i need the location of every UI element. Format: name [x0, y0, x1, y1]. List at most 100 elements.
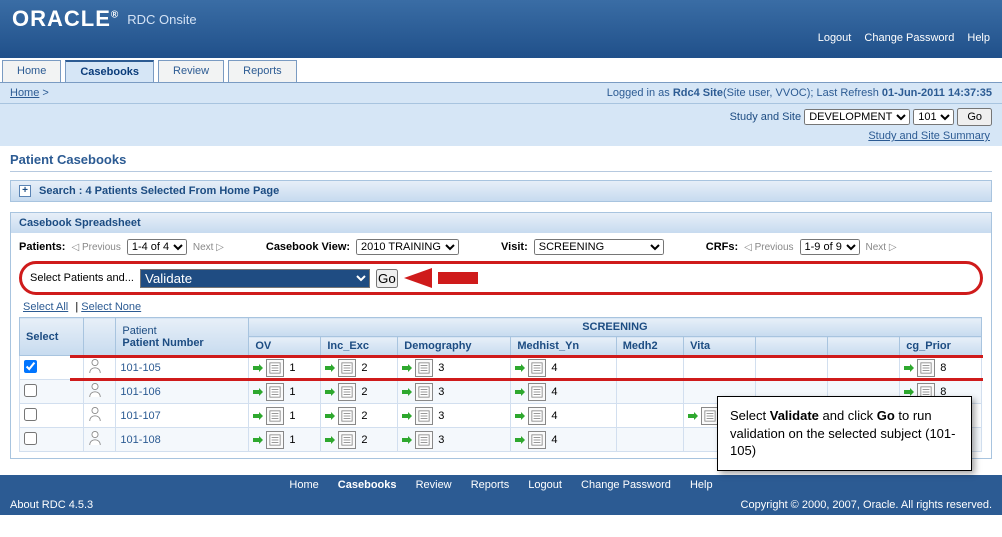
tab-reports[interactable]: Reports — [228, 60, 297, 82]
crf-cell[interactable]: 3 — [398, 428, 511, 452]
tab-home[interactable]: Home — [2, 60, 61, 82]
col-demography: Demography — [398, 337, 511, 356]
search-panel: + Search : 4 Patients Selected From Home… — [10, 180, 992, 202]
crf-cell[interactable]: 2 — [321, 380, 398, 404]
breadcrumb-bar: Home > Logged in as Rdc4 Site(Site user,… — [0, 83, 1002, 104]
about-text: About RDC 4.5.3 — [10, 499, 93, 511]
crf-cell[interactable]: 4 — [511, 356, 616, 380]
patient-icon — [88, 430, 102, 446]
crfs-previous[interactable]: ◁ Previous — [744, 242, 793, 253]
top-links: Logout Change Password Help — [808, 32, 990, 44]
site-select[interactable]: 101 — [913, 109, 954, 125]
crf-cell[interactable]: 4 — [511, 380, 616, 404]
crf-cell[interactable] — [616, 380, 683, 404]
breadcrumb-home[interactable]: Home — [10, 87, 39, 99]
col-medh2: Medh2 — [616, 337, 683, 356]
select-all-link[interactable]: Select All — [23, 301, 68, 313]
crf-cell[interactable]: 2 — [321, 356, 398, 380]
crf-cell[interactable]: 4 — [511, 428, 616, 452]
footer-nav: Home Casebooks Review Reports Logout Cha… — [0, 475, 1002, 495]
crf-cell[interactable]: 2 — [321, 404, 398, 428]
study-site-summary-link[interactable]: Study and Site Summary — [868, 130, 990, 142]
patient-icon — [88, 358, 102, 374]
main-tabs: Home Casebooks Review Reports — [0, 58, 1002, 83]
footer-review[interactable]: Review — [416, 479, 452, 491]
row-checkbox[interactable] — [24, 432, 37, 445]
footer-logout[interactable]: Logout — [528, 479, 562, 491]
crf-cell[interactable]: 8 — [900, 356, 981, 380]
content-area: Patient Casebooks + Search : 4 Patients … — [0, 146, 1002, 475]
col-cg-prior: cg_Prior — [900, 337, 981, 356]
col-7 — [756, 337, 828, 356]
action-row: Select Patients and... Validate Go — [19, 261, 983, 295]
footer-home[interactable]: Home — [289, 479, 318, 491]
app-header: ORACLE® RDC Onsite Logout Change Passwor… — [0, 0, 1002, 58]
crf-cell[interactable] — [616, 404, 683, 428]
expand-icon[interactable]: + — [19, 185, 31, 197]
crf-cell[interactable] — [756, 356, 828, 380]
crf-cell[interactable]: 2 — [321, 428, 398, 452]
crfs-next[interactable]: Next ▷ — [866, 242, 897, 253]
select-none-link[interactable]: Select None — [81, 301, 141, 313]
crf-cell[interactable] — [616, 428, 683, 452]
login-info: Logged in as Rdc4 Site(Site user, VVOC);… — [607, 87, 992, 99]
crf-cell[interactable]: 1 — [249, 428, 321, 452]
tab-review[interactable]: Review — [158, 60, 224, 82]
crf-cell[interactable]: 1 — [249, 380, 321, 404]
tab-casebooks[interactable]: Casebooks — [65, 60, 154, 82]
crf-cell[interactable] — [616, 356, 683, 380]
row-checkbox[interactable] — [24, 408, 37, 421]
table-row: 101-1051234 8 — [20, 356, 983, 380]
crf-cell[interactable]: 4 — [511, 404, 616, 428]
study-go-button[interactable]: Go — [957, 108, 992, 126]
logout-link[interactable]: Logout — [818, 32, 852, 44]
select-links: Select All | Select None — [23, 301, 983, 313]
crfs-label: CRFs: — [706, 241, 738, 253]
row-checkbox[interactable] — [24, 384, 37, 397]
patient-icon — [88, 406, 102, 422]
footer-casebooks[interactable]: Casebooks — [338, 479, 397, 491]
study-select[interactable]: DEVELOPMENT — [804, 109, 910, 125]
patient-icon — [88, 382, 102, 398]
select-patients-label: Select Patients and... — [30, 272, 134, 284]
crf-cell[interactable] — [684, 356, 756, 380]
patients-range-select[interactable]: 1-4 of 4 — [127, 239, 187, 255]
col-ov: OV — [249, 337, 321, 356]
footer-help[interactable]: Help — [690, 479, 713, 491]
col-medhist-yn: Medhist_Yn — [511, 337, 616, 356]
patient-number-cell[interactable]: 101-107 — [116, 404, 249, 428]
crf-cell[interactable] — [828, 356, 900, 380]
col-inc-exc: Inc_Exc — [321, 337, 398, 356]
crf-cell[interactable]: 3 — [398, 356, 511, 380]
crf-cell[interactable]: 1 — [249, 404, 321, 428]
crf-cell[interactable]: 3 — [398, 380, 511, 404]
casebook-view-label: Casebook View: — [266, 241, 350, 253]
patients-label: Patients: — [19, 241, 65, 253]
study-site-row: Study and Site DEVELOPMENT 101 Go — [0, 104, 1002, 130]
footer-bar: About RDC 4.5.3 Copyright © 2000, 2007, … — [0, 495, 1002, 515]
patients-next[interactable]: Next ▷ — [193, 242, 224, 253]
row-checkbox[interactable] — [24, 360, 37, 373]
crf-cell[interactable]: 3 — [398, 404, 511, 428]
action-select[interactable]: Validate — [140, 269, 370, 288]
patient-number-cell[interactable]: 101-108 — [116, 428, 249, 452]
col-vita: Vita — [684, 337, 756, 356]
oracle-logo: ORACLE® — [12, 6, 119, 32]
patient-number-cell[interactable]: 101-106 — [116, 380, 249, 404]
footer-change-password[interactable]: Change Password — [581, 479, 671, 491]
patient-number-cell[interactable]: 101-105 — [116, 356, 249, 380]
change-password-link[interactable]: Change Password — [864, 32, 954, 44]
crf-cell[interactable]: 1 — [249, 356, 321, 380]
footer-reports[interactable]: Reports — [471, 479, 510, 491]
col-8 — [828, 337, 900, 356]
patients-previous[interactable]: ◁ Previous — [71, 242, 120, 253]
casebook-view-select[interactable]: 2010 TRAINING — [356, 239, 459, 255]
action-go-button[interactable]: Go — [376, 269, 398, 288]
crfs-range-select[interactable]: 1-9 of 9 — [800, 239, 860, 255]
visit-label: Visit: — [501, 241, 528, 253]
spreadsheet-panel-title: Casebook Spreadsheet — [19, 217, 141, 229]
visit-group-header: SCREENING — [249, 318, 981, 337]
arrow-left-icon — [404, 268, 432, 288]
help-link[interactable]: Help — [967, 32, 990, 44]
visit-select[interactable]: SCREENING — [534, 239, 664, 255]
